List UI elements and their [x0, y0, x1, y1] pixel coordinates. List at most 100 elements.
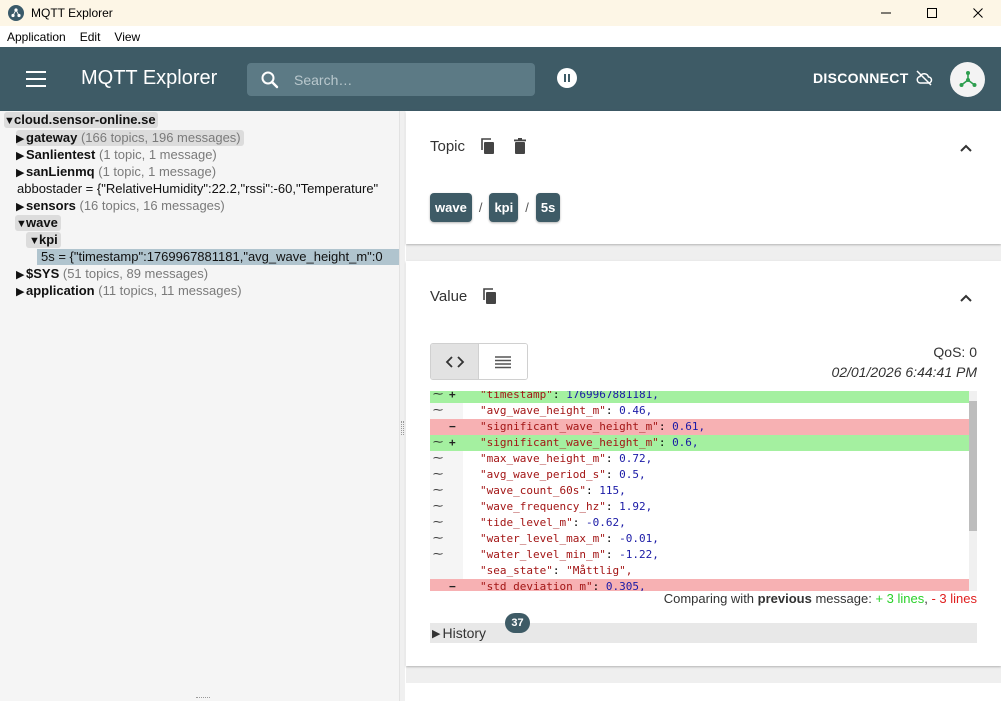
diff-line: ⁓ "water_level_min_m": -1.22, [433, 548, 659, 561]
caret-down-icon: ▼ [4, 115, 15, 127]
diff-sign: − [449, 420, 456, 433]
breadcrumb-kpi[interactable]: kpi [489, 193, 519, 222]
json-value: 0.61, [672, 420, 706, 433]
menu-hamburger-icon[interactable] [26, 71, 46, 87]
topic-breadcrumb: wave / kpi / 5s [430, 193, 561, 222]
json-key: "significant_wave_height_m" [480, 436, 659, 449]
diff-scrollbar[interactable] [969, 391, 977, 591]
tree-item-application[interactable]: ▶ application (11 topics, 11 messages) [16, 283, 242, 299]
menu-application[interactable]: Application [0, 30, 73, 44]
json-value: -0.01, [619, 532, 659, 545]
scrollbar-thumb[interactable] [969, 401, 977, 531]
code-view-button[interactable] [431, 344, 479, 379]
breadcrumb-5s[interactable]: 5s [535, 193, 561, 222]
app-title: MQTT Explorer [81, 67, 218, 89]
close-button[interactable] [955, 0, 1001, 26]
tree-item-sensors[interactable]: ▶ sensors (16 topics, 16 messages) [16, 198, 225, 214]
caret-right-icon: ▶ [16, 286, 25, 298]
search-box[interactable] [247, 63, 535, 96]
maximize-button[interactable] [909, 0, 955, 26]
tree-item-gateway[interactable]: ▶ gateway (166 topics, 196 messages) [16, 130, 244, 146]
minimize-icon [881, 12, 891, 14]
diff-line: ⁓ "max_wave_height_m": 0.72, [433, 452, 653, 465]
json-key: "avg_wave_height_m" [480, 404, 606, 417]
json-key: "water_level_max_m" [480, 532, 606, 545]
chevron-up-icon[interactable] [959, 141, 973, 155]
bottom-drag-handle[interactable] [196, 697, 210, 700]
tree-item-kpi[interactable]: ▼kpi [26, 232, 61, 248]
message-timestamp: 02/01/2026 6:44:41 PM [831, 364, 977, 380]
json-key: "std_deviation_m" [480, 580, 593, 591]
diff-line: ⁓ "wave_frequency_hz": 1.92, [433, 500, 653, 513]
maximize-icon [927, 8, 937, 18]
tree-item-abbostader[interactable]: abbostader = {"RelativeHumidity":22.2,"r… [17, 181, 378, 197]
menu-edit[interactable]: Edit [73, 30, 108, 44]
tree-root[interactable]: ▼cloud.sensor-online.se [4, 112, 158, 128]
diff-marker-icon: ⁓ [433, 437, 443, 448]
diff-line: ⁓ "wave_count_60s": 115, [433, 484, 626, 497]
diff-sign: − [449, 580, 456, 591]
copy-icon[interactable] [481, 287, 499, 305]
raw-view-button[interactable] [479, 344, 527, 379]
caret-right-icon: ▶ [16, 167, 25, 179]
json-key: "timestamp" [480, 391, 553, 401]
json-value: 1.92, [619, 500, 653, 513]
diff-line: ⁓ + "timestamp": 1769967881181, [430, 391, 969, 403]
diff-view[interactable]: ⁓ + "timestamp": 1769967881181, ⁓ "avg_wave_… [430, 391, 977, 591]
chevron-up-icon[interactable] [959, 291, 973, 305]
json-value: -0.62, [585, 516, 626, 529]
diff-marker-icon: ⁓ [433, 517, 443, 528]
history-expander[interactable]: ▶ History 37 [430, 613, 977, 643]
json-value: -1.22, [619, 548, 659, 561]
value-heading: Value [430, 287, 468, 305]
cloud-off-icon [916, 70, 932, 86]
title-bar: MQTT Explorer [0, 0, 1001, 26]
json-value: 1769967881181, [566, 391, 659, 401]
pane-splitter[interactable] [399, 111, 405, 701]
delete-icon[interactable] [511, 137, 529, 155]
breadcrumb-wave[interactable]: wave [430, 193, 472, 222]
history-label: History [442, 625, 487, 641]
value-card: Value QoS: 0 02/01/2026 6:44:41 PM ⁓ + "ti… [406, 261, 1001, 666]
diff-line: ⁓ "water_level_max_m": -0.01, [433, 532, 659, 545]
diff-sign: + [449, 391, 456, 401]
breadcrumb-separator: / [478, 200, 483, 215]
breadcrumb-separator: / [525, 200, 529, 215]
pause-button[interactable] [557, 68, 577, 88]
close-icon [973, 8, 983, 18]
search-icon [261, 71, 279, 88]
window-title: MQTT Explorer [31, 6, 113, 20]
tree-item-5s[interactable]: 5s = {"timestamp":1769967881181,"avg_wav… [37, 249, 399, 265]
diff-marker-icon: ⁓ [433, 485, 443, 496]
json-key: "avg_wave_period_s" [480, 468, 606, 481]
tree-item-sanlientest[interactable]: ▶ Sanlientest (1 topic, 1 message) [16, 147, 217, 163]
diff-sign: + [449, 436, 456, 449]
json-value: 0.6, [672, 436, 699, 449]
diff-line: − "significant_wave_height_m": 0.61, [430, 419, 969, 435]
diff-line: ⁓ "avg_wave_height_m": 0.46, [433, 404, 653, 417]
caret-right-icon: ▶ [16, 269, 25, 281]
json-value: 115, [599, 484, 626, 497]
menu-view[interactable]: View [107, 30, 147, 44]
disconnect-button[interactable]: DISCONNECT [813, 69, 933, 87]
network-icon [959, 70, 976, 87]
diff-marker-icon: ⁓ [433, 549, 443, 560]
search-input[interactable] [294, 71, 514, 88]
diff-marker-icon: ⁓ [433, 501, 443, 512]
copy-icon[interactable] [479, 137, 497, 155]
json-value: 0.305, [605, 580, 646, 591]
topic-card: Topic wave / kpi / 5s [406, 111, 1001, 244]
caret-right-icon: ▶ [432, 627, 441, 640]
menu-bar: Application Edit View [0, 26, 1001, 47]
drag-handle-icon [401, 421, 404, 435]
lines-icon [495, 355, 511, 368]
diff-marker-icon: ⁓ [433, 391, 443, 400]
removed-lines-count: - 3 lines [931, 591, 977, 606]
details-panel: Topic wave / kpi / 5s Value QoS: 0 02/01… [406, 111, 1001, 701]
minimize-button[interactable] [863, 0, 909, 26]
tree-item-wave[interactable]: ▼wave [15, 215, 61, 231]
tree-item-sanlienmq[interactable]: ▶ sanLienmq (1 topic, 1 message) [16, 164, 216, 180]
topic-tree: ▼cloud.sensor-online.se ▶ gateway (166 to… [0, 111, 399, 701]
connection-avatar[interactable] [950, 62, 985, 97]
tree-item-sys[interactable]: ▶ $SYS (51 topics, 89 messages) [16, 266, 208, 282]
